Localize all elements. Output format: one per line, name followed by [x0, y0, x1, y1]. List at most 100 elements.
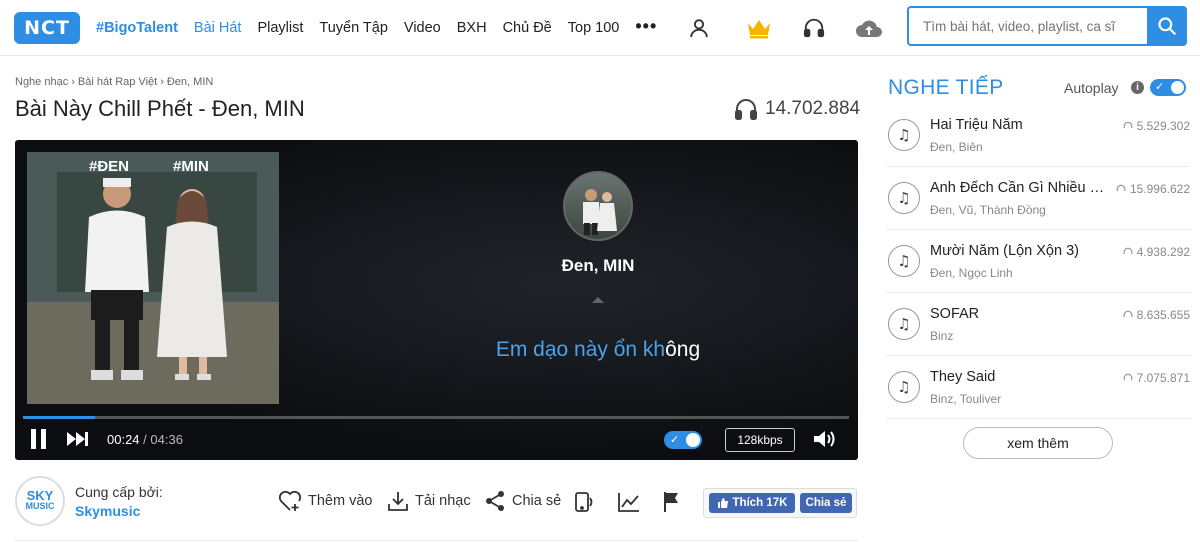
nav-item-playlist[interactable]: Playlist [257, 20, 303, 36]
artist-avatar [563, 171, 633, 241]
autoplay-label: Autoplay [1064, 80, 1119, 96]
current-lyric: Em dạo này ổn không [415, 338, 781, 362]
list-item[interactable]: ♫ Mười Năm (Lộn Xộn 3) Đen, Ngọc Linh 4.… [886, 230, 1190, 293]
headphones-icon [735, 99, 757, 120]
nav-item-charts[interactable]: BXH [457, 20, 487, 36]
vip-crown-icon[interactable] [745, 14, 773, 42]
nav-item-collections[interactable]: Tuyển Tập [319, 20, 388, 36]
add-to-playlist-button[interactable]: Thêm vào [278, 490, 372, 512]
track-listen-count: 8.635.655 [1123, 308, 1190, 322]
provider-logo[interactable]: SKY MUSIC [15, 476, 65, 526]
skip-forward-icon [67, 432, 88, 446]
track-artists[interactable]: Binz, Touliver [930, 392, 1001, 406]
music-note-icon: ♫ [888, 371, 920, 403]
see-more-button[interactable]: xem thêm [963, 427, 1113, 459]
volume-icon [814, 431, 835, 447]
volume-button[interactable] [813, 429, 839, 449]
music-note-icon: ♫ [888, 245, 920, 277]
cover-tag-den: #ĐEN [89, 158, 130, 175]
track-title[interactable]: SOFAR [930, 306, 1110, 322]
headphones-icon [1123, 247, 1132, 255]
search-input[interactable] [907, 6, 1147, 46]
track-count-value: 7.075.871 [1136, 371, 1190, 385]
provider-name[interactable]: Skymusic [75, 503, 140, 519]
download-icon [388, 492, 408, 511]
nav-item-bigotalent[interactable]: #BigoTalent [96, 20, 178, 36]
info-icon[interactable]: i [1131, 81, 1144, 94]
autoplay-toggle[interactable]: ✓ [1150, 79, 1186, 96]
main-nav: #BigoTalent Bài Hát Playlist Tuyển Tập V… [96, 0, 673, 56]
search-icon [1158, 17, 1177, 36]
headphones-icon [1116, 184, 1126, 192]
listen-count: 14.702.884 [733, 97, 860, 121]
music-note-icon: ♫ [888, 308, 920, 340]
track-listen-count: 4.938.292 [1123, 245, 1190, 259]
next-button[interactable] [67, 432, 89, 446]
listen-count-value: 14.702.884 [765, 98, 861, 119]
search-button[interactable] [1147, 6, 1187, 46]
pause-button[interactable] [29, 428, 49, 450]
nav-item-top100[interactable]: Top 100 [568, 20, 620, 36]
list-item[interactable]: ♫ Anh Đếch Cần Gì Nhiều N... Đen, Vũ, Th… [886, 167, 1190, 230]
list-item[interactable]: ♫ SOFAR Binz 8.635.655 [886, 293, 1190, 356]
share-label: Chia sẻ [512, 493, 562, 509]
nav-item-songs[interactable]: Bài Hát [194, 20, 242, 36]
share-button[interactable]: Chia sẻ [484, 490, 561, 512]
track-count-value: 15.996.622 [1129, 182, 1190, 196]
lyric-unsung: ông [665, 338, 701, 361]
breadcrumb-category[interactable]: Bài hát Rap Việt [78, 76, 157, 88]
add-label: Thêm vào [308, 493, 373, 509]
user-icon[interactable] [685, 14, 713, 42]
lyrics-toggle[interactable]: ✓ [664, 431, 702, 449]
list-item[interactable]: ♫ Hai Triệu Năm Đen, Biên 5.529.302 [886, 104, 1190, 167]
divider [15, 540, 858, 541]
progress-fill [23, 416, 95, 419]
list-item[interactable]: ♫ They Said Binz, Touliver 7.075.871 [886, 356, 1190, 419]
facebook-like-button[interactable]: Thích 17K [709, 493, 795, 513]
breadcrumb: Nghe nhạc › Bài hát Rap Việt › Đen, MIN [15, 76, 213, 88]
track-artists[interactable]: Đen, Biên [930, 140, 983, 154]
time-separator: / [143, 432, 147, 447]
check-icon: ✓ [670, 433, 680, 446]
track-title[interactable]: They Said [930, 369, 1110, 385]
download-button[interactable]: Tải nhạc [387, 490, 471, 512]
track-title[interactable]: Hai Triệu Năm [930, 117, 1110, 133]
up-next-title: NGHE TIẾP [888, 76, 1004, 99]
upload-cloud-icon[interactable] [855, 14, 883, 42]
track-listen-count: 5.529.302 [1123, 119, 1190, 133]
top-header: NCT #BigoTalent Bài Hát Playlist Tuyển T… [0, 0, 1200, 56]
track-count-value: 5.529.302 [1136, 119, 1190, 133]
ringtone-icon[interactable] [572, 490, 596, 514]
music-note-icon: ♫ [888, 182, 920, 214]
nav-item-topics[interactable]: Chủ Đề [503, 20, 552, 36]
nct-logo[interactable]: NCT [14, 12, 80, 44]
track-count-value: 8.635.655 [1136, 308, 1190, 322]
music-note-icon: ♫ [888, 119, 920, 151]
nav-item-video[interactable]: Video [404, 20, 441, 36]
breadcrumb-home[interactable]: Nghe nhạc [15, 76, 68, 88]
headphones-icon [1123, 373, 1132, 381]
heart-plus-icon [278, 490, 302, 511]
quality-button[interactable]: 128kbps [725, 428, 795, 452]
time-display: 00:24 / 04:36 [107, 432, 183, 447]
track-artists[interactable]: Binz [930, 329, 953, 343]
facebook-like-label: Thích 17K [732, 497, 788, 509]
track-artists[interactable]: Đen, Ngọc Linh [930, 266, 1013, 280]
provider-logo-line1: SKY [26, 488, 54, 503]
track-artists[interactable]: Đen, Vũ, Thành Đồng [930, 203, 1046, 217]
up-next-list: ♫ Hai Triệu Năm Đen, Biên 5.529.302 ♫ An… [886, 104, 1190, 419]
chart-stats-icon[interactable] [617, 490, 641, 514]
facebook-share-button[interactable]: Chia sẻ [800, 493, 852, 513]
report-flag-icon[interactable] [660, 490, 684, 514]
page-title: Bài Này Chill Phết - Đen, MIN [15, 96, 305, 121]
lyric-arrow-icon [592, 297, 604, 303]
breadcrumb-artist[interactable]: Đen, MIN [167, 76, 213, 88]
progress-bar[interactable] [23, 416, 849, 419]
track-title[interactable]: Anh Đếch Cần Gì Nhiều N... [930, 180, 1110, 196]
headphones-icon[interactable] [800, 14, 828, 42]
share-icon [486, 491, 504, 511]
track-title[interactable]: Mười Năm (Lộn Xộn 3) [930, 243, 1110, 259]
more-menu-icon[interactable]: ••• [635, 16, 657, 37]
facebook-widget: Thích 17K Chia sẻ [703, 488, 857, 518]
provider-logo-line2: MUSIC [25, 501, 55, 511]
